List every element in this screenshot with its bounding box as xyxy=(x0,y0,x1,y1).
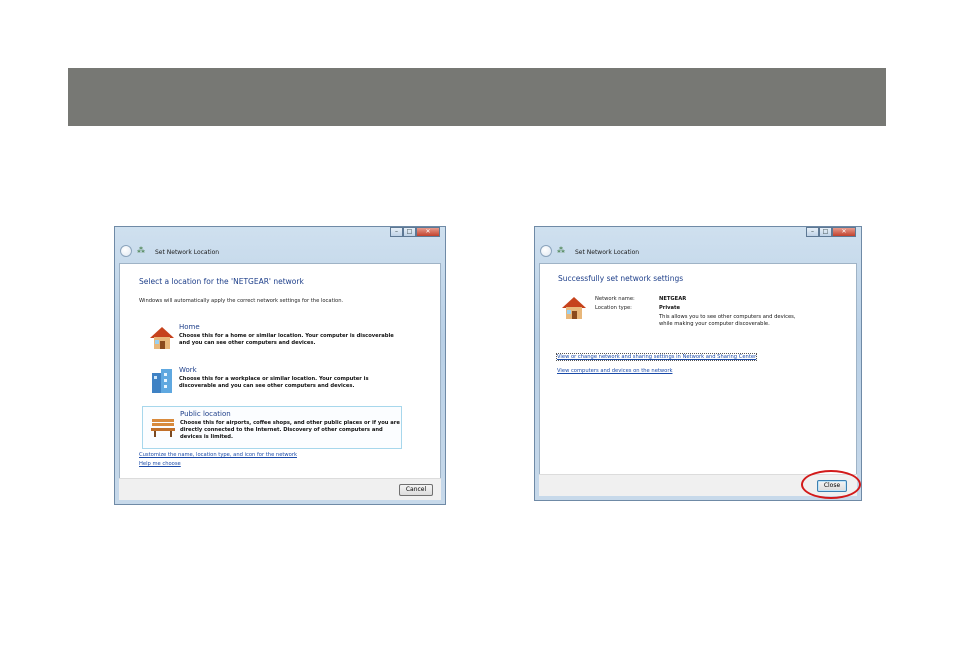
success-heading: Successfully set network settings xyxy=(558,274,684,283)
network-icon: ⁂ xyxy=(137,246,145,255)
minimize-button[interactable]: – xyxy=(390,227,403,237)
option-title: Work xyxy=(179,366,197,374)
back-button[interactable] xyxy=(540,245,552,257)
content-area: Select a location for the 'NETGEAR' netw… xyxy=(119,263,441,481)
location-type-label: Location type: xyxy=(595,305,632,311)
window-controls: – □ ✕ xyxy=(806,227,856,237)
header-banner xyxy=(68,68,886,126)
highlight-ring xyxy=(801,470,861,499)
dialog-footer: Cancel xyxy=(119,478,441,500)
option-title: Home xyxy=(179,323,200,331)
location-type-value: Private xyxy=(659,305,681,311)
view-computers-link[interactable]: View computers and devices on the networ… xyxy=(557,368,672,374)
park-bench-icon xyxy=(151,419,175,437)
cancel-button[interactable]: Cancel xyxy=(399,484,433,496)
help-me-choose-link[interactable]: Help me choose xyxy=(139,461,181,467)
network-name-label: Network name: xyxy=(595,296,635,302)
close-window-button[interactable]: ✕ xyxy=(416,227,440,237)
option-work[interactable]: Work Choose this for a workplace or simi… xyxy=(142,363,402,403)
page-description: Windows will automatically apply the cor… xyxy=(139,298,344,304)
set-network-location-window-right: ⁂ Set Network Location – □ ✕ Successfull… xyxy=(534,226,862,501)
option-public-location[interactable]: Public location Choose this for airports… xyxy=(142,406,402,449)
location-info-text: This allows you to see other computers a… xyxy=(659,314,796,327)
house-icon xyxy=(150,327,174,349)
house-icon xyxy=(562,297,586,319)
office-building-icon xyxy=(152,369,172,393)
option-text: Choose this for a home or similar locati… xyxy=(179,333,394,346)
option-text: Choose this for airports, coffee shops, … xyxy=(180,420,400,440)
page-heading: Select a location for the 'NETGEAR' netw… xyxy=(139,277,304,286)
network-name-value: NETGEAR xyxy=(659,296,687,302)
network-icon: ⁂ xyxy=(557,246,565,255)
title-bar: ⁂ Set Network Location – □ ✕ xyxy=(535,227,861,263)
maximize-button[interactable]: □ xyxy=(819,227,832,237)
option-text: Choose this for a workplace or similar l… xyxy=(179,376,369,389)
window-controls: – □ ✕ xyxy=(390,227,440,237)
minimize-button[interactable]: – xyxy=(806,227,819,237)
set-network-location-window-left: ⁂ Set Network Location – □ ✕ Select a lo… xyxy=(114,226,446,505)
content-area: Successfully set network settings Networ… xyxy=(539,263,857,477)
option-home[interactable]: Home Choose this for a home or similar l… xyxy=(142,320,402,360)
option-title: Public location xyxy=(180,410,231,418)
back-button[interactable] xyxy=(120,245,132,257)
network-sharing-center-link[interactable]: View or change network and sharing setti… xyxy=(555,353,758,361)
window-title: Set Network Location xyxy=(575,249,640,256)
customize-link[interactable]: Customize the name, location type, and i… xyxy=(139,452,297,458)
title-bar: ⁂ Set Network Location – □ ✕ xyxy=(115,227,445,263)
close-window-button[interactable]: ✕ xyxy=(832,227,856,237)
maximize-button[interactable]: □ xyxy=(403,227,416,237)
window-title: Set Network Location xyxy=(155,249,220,256)
